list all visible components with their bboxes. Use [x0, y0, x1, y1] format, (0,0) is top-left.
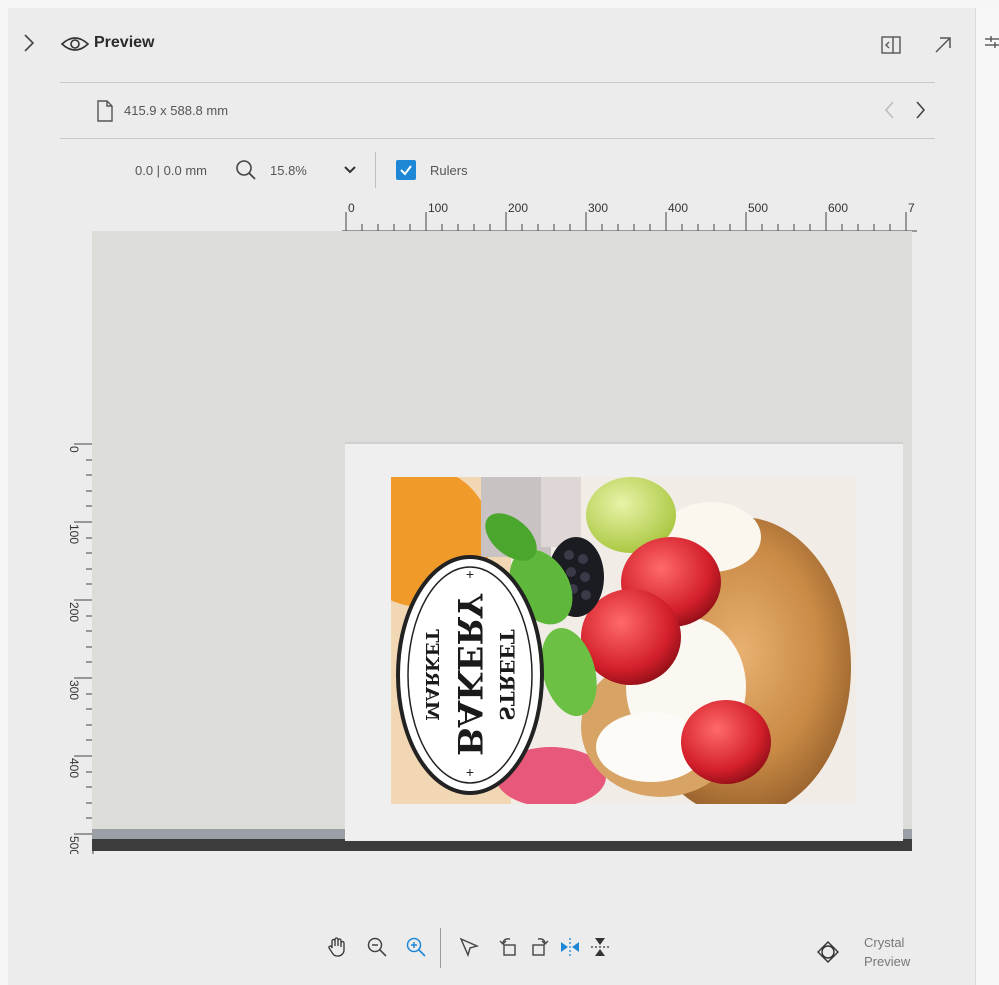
- ruler-label: 500: [748, 201, 768, 215]
- ruler-label: 500: [67, 836, 81, 854]
- rotate-right-icon[interactable]: [528, 936, 550, 958]
- panel-title: Preview: [94, 34, 155, 51]
- ruler-label: 300: [588, 201, 608, 215]
- svg-text:+: +: [466, 764, 474, 780]
- flip-horizontal-icon[interactable]: [559, 936, 581, 958]
- print-image[interactable]: STREET BAKERY MARKET + +: [391, 477, 856, 804]
- next-page-icon[interactable]: [910, 98, 930, 122]
- ruler-label: 7: [908, 201, 915, 215]
- search-icon[interactable]: [234, 158, 258, 182]
- toolbar-separator: [375, 152, 376, 188]
- rulers-label: Rulers: [430, 163, 468, 178]
- checkmark-icon: [400, 165, 412, 176]
- rotate-left-icon[interactable]: [498, 936, 520, 958]
- dock-panel-icon[interactable]: [880, 34, 902, 56]
- ruler-label: 100: [428, 201, 448, 215]
- toolbar-divider: [60, 138, 935, 139]
- ruler-label: 0: [348, 201, 355, 215]
- pop-out-icon[interactable]: [932, 34, 954, 56]
- zoom-level[interactable]: 15.8%: [270, 163, 307, 178]
- eye-icon: [60, 37, 90, 51]
- ruler-label: 0: [67, 446, 81, 453]
- chevron-down-icon[interactable]: [340, 160, 360, 180]
- badge-text-main: BAKERY: [449, 593, 489, 756]
- crystal-preview-icon[interactable]: [816, 940, 840, 964]
- bakery-badge: STREET BAKERY MARKET + +: [396, 555, 544, 795]
- badge-text-top: STREET: [495, 629, 519, 720]
- ruler-label: 600: [828, 201, 848, 215]
- ruler-label: 200: [67, 602, 81, 622]
- cursor-coordinates: 0.0 | 0.0 mm: [135, 163, 208, 178]
- badge-text-bottom: MARKET: [421, 629, 442, 721]
- rulers-checkbox[interactable]: [396, 160, 416, 180]
- pan-hand-icon[interactable]: [326, 936, 348, 958]
- vertical-ruler: 0 100 200 300 400 500: [67, 430, 94, 854]
- select-arrow-icon[interactable]: [458, 936, 480, 958]
- document-size: 415.9 x 588.8 mm: [124, 103, 229, 118]
- side-panel-strip: [975, 8, 999, 985]
- ruler-label: 200: [508, 201, 528, 215]
- flip-vertical-icon[interactable]: [589, 936, 611, 958]
- horizontal-ruler: 0 100 200 300 400 500 600 7: [342, 201, 917, 232]
- chevron-right-icon[interactable]: [18, 32, 40, 54]
- crystal-preview-label[interactable]: Crystal Preview: [864, 933, 910, 971]
- header-divider: [60, 82, 935, 83]
- zoom-in-icon[interactable]: [405, 936, 427, 958]
- ruler-label: 100: [67, 524, 81, 544]
- svg-text:+: +: [466, 566, 474, 582]
- ruler-label: 400: [668, 201, 688, 215]
- adjustments-icon[interactable]: [983, 34, 999, 56]
- ruler-label: 300: [67, 680, 81, 700]
- previous-page-icon[interactable]: [880, 98, 900, 122]
- toolbar-separator: [440, 928, 441, 968]
- zoom-out-icon[interactable]: [366, 936, 388, 958]
- ruler-label: 400: [67, 758, 81, 778]
- crystal-label-line2: Preview: [864, 954, 911, 969]
- crystal-label-line1: Crystal: [864, 935, 905, 950]
- document-icon: [97, 100, 113, 122]
- panel-header: Preview: [60, 30, 940, 60]
